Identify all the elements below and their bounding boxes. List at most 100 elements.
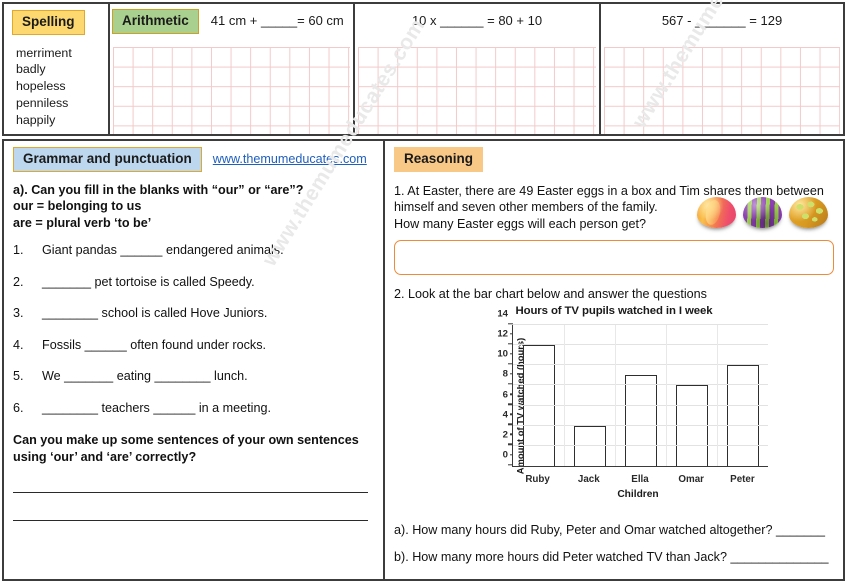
grammar-tag: Grammar and punctuation xyxy=(13,147,202,172)
list-item: happily xyxy=(16,112,56,127)
list-item: 3. ________ school is called Hove Junior… xyxy=(13,306,374,321)
chart-y-tick-mark xyxy=(508,363,513,365)
arithmetic-tag: Arithmetic xyxy=(112,9,199,34)
easter-egg-icon xyxy=(743,196,782,228)
reasoning-tag: Reasoning xyxy=(394,147,484,172)
chart-vertical-gridline xyxy=(564,325,565,467)
chart-bar xyxy=(522,345,555,467)
chart-gridline xyxy=(513,424,768,426)
chart-y-minor-tick xyxy=(509,353,513,355)
chart-y-minor-tick xyxy=(509,453,513,456)
list-item: 2. _______ pet tortoise is called Speedy… xyxy=(13,275,374,290)
arithmetic-panel-1: Arithmetic 41 cm + _____= 60 cm xyxy=(110,4,355,134)
instruction-line: our = belonging to us xyxy=(13,199,142,214)
question-text[interactable]: _______ pet tortoise is called Speedy. xyxy=(42,275,374,290)
chart-gridline xyxy=(513,384,768,386)
working-grid-1[interactable] xyxy=(113,47,350,134)
grammar-panel: Grammar and punctuation www.themumeducat… xyxy=(4,141,385,579)
question-text[interactable]: Fossils ______ often found under rocks. xyxy=(42,338,374,353)
chart-x-tick-label: Peter xyxy=(730,474,755,486)
writing-line-1[interactable] xyxy=(13,492,368,494)
chart-y-tick-mark xyxy=(508,463,513,466)
arithmetic-panel-2: 10 x ______ = 80 + 10 xyxy=(355,4,601,134)
writing-line-2[interactable] xyxy=(13,520,368,522)
chart-gridline xyxy=(513,444,768,446)
chart-y-tick-mark xyxy=(508,443,513,446)
question-number: 3. xyxy=(13,306,24,321)
chart-gridline xyxy=(513,324,768,326)
reasoning-panel: Reasoning 1. At Easter, there are 49 Eas… xyxy=(385,141,843,579)
arithmetic-question-1: 41 cm + _____= 60 cm xyxy=(210,13,344,28)
grammar-header: Grammar and punctuation www.themumeducat… xyxy=(13,147,374,172)
chart-y-tick-label: 14 xyxy=(497,308,508,320)
arithmetic-panel-3: 567 - _______ = 129 xyxy=(601,4,843,134)
list-item: merriment xyxy=(16,45,72,60)
question-number: 4. xyxy=(13,337,24,352)
list-item: 5. We _______ eating ________ lunch. xyxy=(13,369,374,384)
working-grid-2[interactable] xyxy=(358,47,596,134)
chart-y-tick-mark xyxy=(508,403,513,405)
question-text[interactable]: ________ teachers ______ in a meeting. xyxy=(42,401,374,416)
question-number: 5. xyxy=(13,369,24,384)
chart-vertical-gridline xyxy=(666,325,667,467)
chart-y-minor-tick xyxy=(509,333,513,335)
question-text[interactable]: ________ school is called Hove Juniors. xyxy=(42,306,374,321)
chart-x-tick-label: Ruby xyxy=(525,474,550,486)
chart-gridline xyxy=(513,364,768,366)
chart-y-tick-mark xyxy=(508,322,513,325)
arithmetic-header-2: 10 x ______ = 80 + 10 xyxy=(355,4,599,34)
working-grid-3[interactable] xyxy=(604,47,840,134)
easter-egg-icon xyxy=(789,196,828,228)
question-number: 1. xyxy=(13,243,24,258)
question-text[interactable]: We _______ eating ________ lunch. xyxy=(42,369,374,384)
reasoning-sub-question-a[interactable]: a). How many hours did Ruby, Peter and O… xyxy=(394,523,834,538)
chart-vertical-gridline xyxy=(717,325,718,467)
spelling-panel: Spelling merriment badly hopeless pennil… xyxy=(4,4,110,134)
easter-eggs-illustration xyxy=(697,196,828,228)
chart-bar xyxy=(573,425,606,467)
chart-y-minor-tick xyxy=(509,373,513,375)
chart-y-tick-mark xyxy=(508,423,513,426)
instruction-line: a). Can you fill in the blanks with “our… xyxy=(13,182,304,197)
prompt-line: using ‘our’ and ‘are’ correctly? xyxy=(13,449,197,464)
chart-vertical-gridline xyxy=(615,325,616,467)
prompt-line: Can you make up some sentences of your o… xyxy=(13,433,359,448)
chart-bar xyxy=(675,385,708,467)
bar-chart: Hours of TV pupils watched in I week Amo… xyxy=(456,305,772,511)
chart-y-minor-tick xyxy=(509,393,513,395)
chart-x-tick-label: Ella xyxy=(631,474,649,486)
list-item: penniless xyxy=(16,95,69,110)
question-number: 6. xyxy=(13,400,24,415)
chart-gridline xyxy=(513,404,768,406)
website-link[interactable]: www.themumeducates.com xyxy=(213,152,367,166)
chart-y-minor-tick xyxy=(509,413,513,415)
list-item: badly xyxy=(16,62,46,77)
answer-box-q1[interactable] xyxy=(394,240,834,276)
question-number: 2. xyxy=(13,274,24,289)
question-text[interactable]: Giant pandas ______ endangered animals. xyxy=(42,243,374,258)
arithmetic-header-3: 567 - _______ = 129 xyxy=(601,4,843,34)
worksheet-page: www.themumeducates.com www.themumeducate… xyxy=(0,0,847,583)
chart-y-minor-tick xyxy=(509,433,513,436)
chart-x-tick-label: Jack xyxy=(577,474,600,486)
chart-bar xyxy=(624,375,657,467)
reasoning-question-1: 1. At Easter, there are 49 Easter eggs i… xyxy=(394,183,834,233)
list-item: 6. ________ teachers ______ in a meeting… xyxy=(13,401,374,416)
chart-x-tick-label: Omar xyxy=(678,474,704,486)
chart-y-tick-mark xyxy=(508,343,513,345)
reasoning-question-2-prompt: 2. Look at the bar chart below and answe… xyxy=(394,287,707,302)
own-sentences-prompt: Can you make up some sentences of your o… xyxy=(13,432,374,465)
top-section: Spelling merriment badly hopeless pennil… xyxy=(2,2,845,136)
arithmetic-question-3: 567 - _______ = 129 xyxy=(661,13,783,28)
list-item: 4. Fossils ______ often found under rock… xyxy=(13,338,374,353)
reasoning-sub-question-b[interactable]: b). How many more hours did Peter watche… xyxy=(394,550,834,565)
grammar-question-list: 1. Giant pandas ______ endangered animal… xyxy=(13,243,374,416)
chart-plot-area: 0 2 4 6 8 10 12 14 xyxy=(497,309,768,468)
arithmetic-question-2: 10 x ______ = 80 + 10 xyxy=(411,13,543,28)
chart-gridline xyxy=(513,344,768,346)
easter-egg-icon xyxy=(697,196,736,228)
grammar-instructions: a). Can you fill in the blanks with “our… xyxy=(13,182,374,232)
bottom-section: Grammar and punctuation www.themumeducat… xyxy=(2,139,845,581)
chart-y-tick-mark xyxy=(508,383,513,385)
chart-body: Amount of TV watched (hours) 0 2 4 6 8 10 12 14… xyxy=(456,309,772,493)
